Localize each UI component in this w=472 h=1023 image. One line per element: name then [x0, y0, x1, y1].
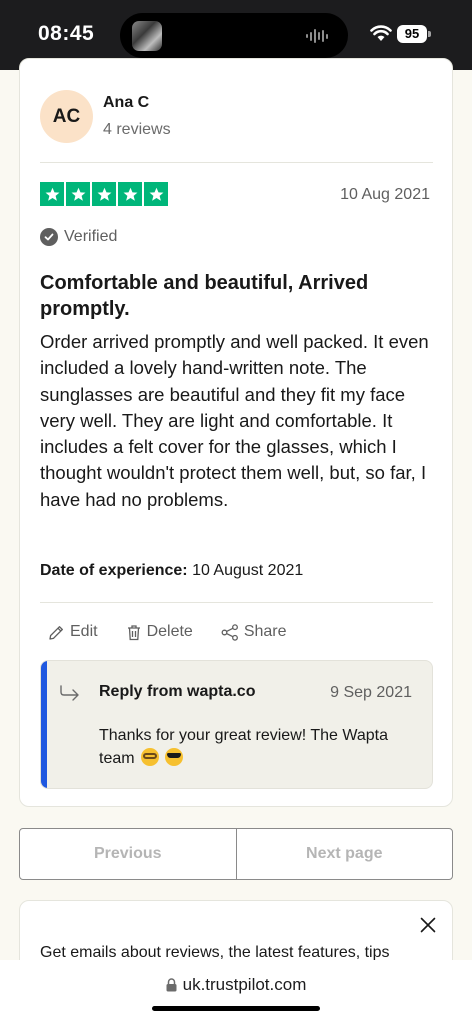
divider — [40, 162, 433, 163]
wifi-icon — [370, 25, 392, 41]
review-count: 4 reviews — [103, 121, 171, 138]
reply-accent-bar — [41, 661, 47, 788]
reviewer-name[interactable]: Ana C — [103, 94, 149, 112]
pencil-icon — [49, 625, 63, 640]
review-card: AC Ana C 4 reviews 10 Aug 2021 Verified … — [19, 58, 453, 807]
reply-from: Reply from wapta.co — [99, 683, 256, 700]
review-body: Order arrived promptly and well packed. … — [40, 331, 429, 510]
reply-text-container: Thanks for your great review! The Wapta … — [99, 724, 419, 770]
star-icon — [66, 182, 90, 206]
star-rating — [40, 182, 168, 206]
review-actions: Edit Delete Share — [48, 623, 287, 641]
check-circle-icon — [40, 228, 58, 246]
date-of-experience: Date of experience: 10 August 2021 — [40, 562, 303, 580]
now-playing-thumbnail — [132, 21, 162, 51]
status-time: 08:45 — [38, 22, 95, 45]
delete-label: Delete — [146, 623, 193, 640]
close-icon[interactable] — [420, 917, 436, 933]
url-text: uk.trustpilot.com — [182, 975, 307, 994]
experience-value: 10 August 2021 — [192, 562, 304, 579]
edit-label: Edit — [70, 623, 98, 640]
pagination: Previous Next page — [19, 828, 453, 880]
browser-address-bar: uk.trustpilot.com — [0, 960, 472, 1023]
share-label: Share — [243, 623, 287, 640]
home-indicator[interactable] — [152, 1006, 320, 1011]
delete-button[interactable]: Delete — [126, 623, 193, 641]
review-title: Comfortable and beautiful, Arrived promp… — [40, 272, 369, 320]
share-button[interactable]: Share — [221, 623, 287, 641]
star-icon — [118, 182, 142, 206]
divider — [40, 602, 433, 603]
company-reply: Reply from wapta.co 9 Sep 2021 Thanks fo… — [40, 660, 433, 789]
reply-date: 9 Sep 2021 — [330, 684, 412, 701]
url-field[interactable]: uk.trustpilot.com — [0, 975, 472, 995]
review-date: 10 Aug 2021 — [340, 186, 430, 203]
battery-indicator: 95 — [397, 25, 427, 43]
nerd-face-emoji-icon — [141, 748, 160, 766]
star-icon — [144, 182, 168, 206]
lock-icon — [166, 978, 177, 992]
battery-tip — [428, 31, 431, 37]
previous-page-button[interactable]: Previous — [20, 829, 237, 879]
sunglasses-emoji-icon — [165, 748, 184, 766]
share-icon — [221, 623, 238, 641]
avatar[interactable]: AC — [40, 90, 93, 143]
verified-label: Verified — [64, 228, 118, 245]
next-page-button[interactable]: Next page — [237, 829, 453, 879]
dynamic-island[interactable] — [120, 13, 348, 58]
star-icon — [40, 182, 64, 206]
reply-arrow-icon — [60, 685, 79, 701]
trash-icon — [127, 624, 140, 640]
audio-wave-icon — [306, 28, 330, 44]
verified-badge[interactable]: Verified — [40, 228, 117, 246]
star-icon — [92, 182, 116, 206]
experience-label: Date of experience: — [40, 562, 188, 579]
edit-button[interactable]: Edit — [48, 623, 98, 641]
